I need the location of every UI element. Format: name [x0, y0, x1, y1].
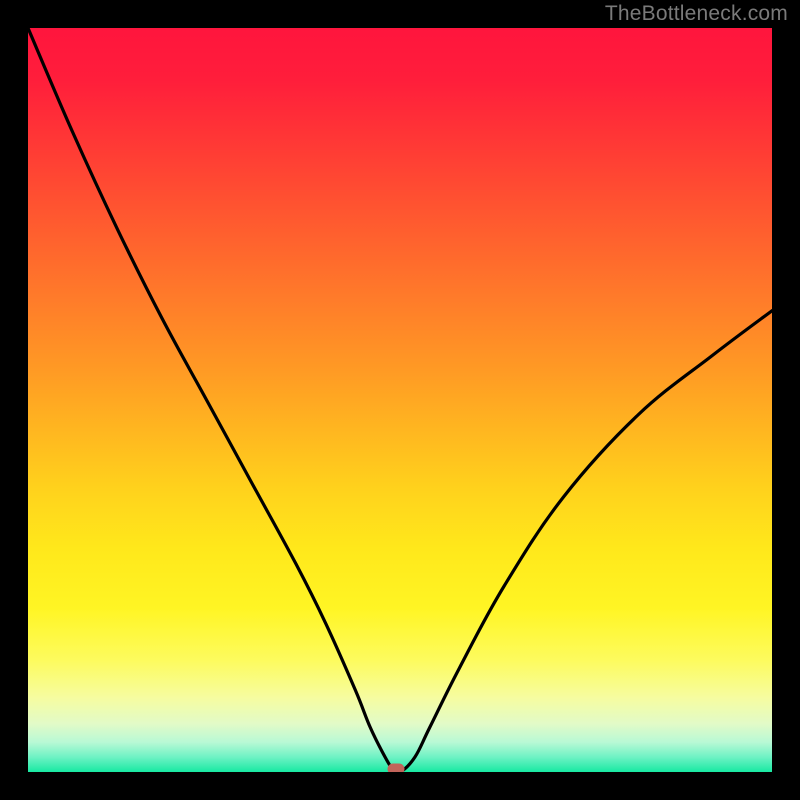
plot-area [28, 28, 772, 772]
watermark-text: TheBottleneck.com [605, 2, 788, 26]
bottleneck-curve [28, 28, 772, 772]
chart-frame: TheBottleneck.com [0, 0, 800, 800]
minimum-marker [388, 764, 405, 773]
